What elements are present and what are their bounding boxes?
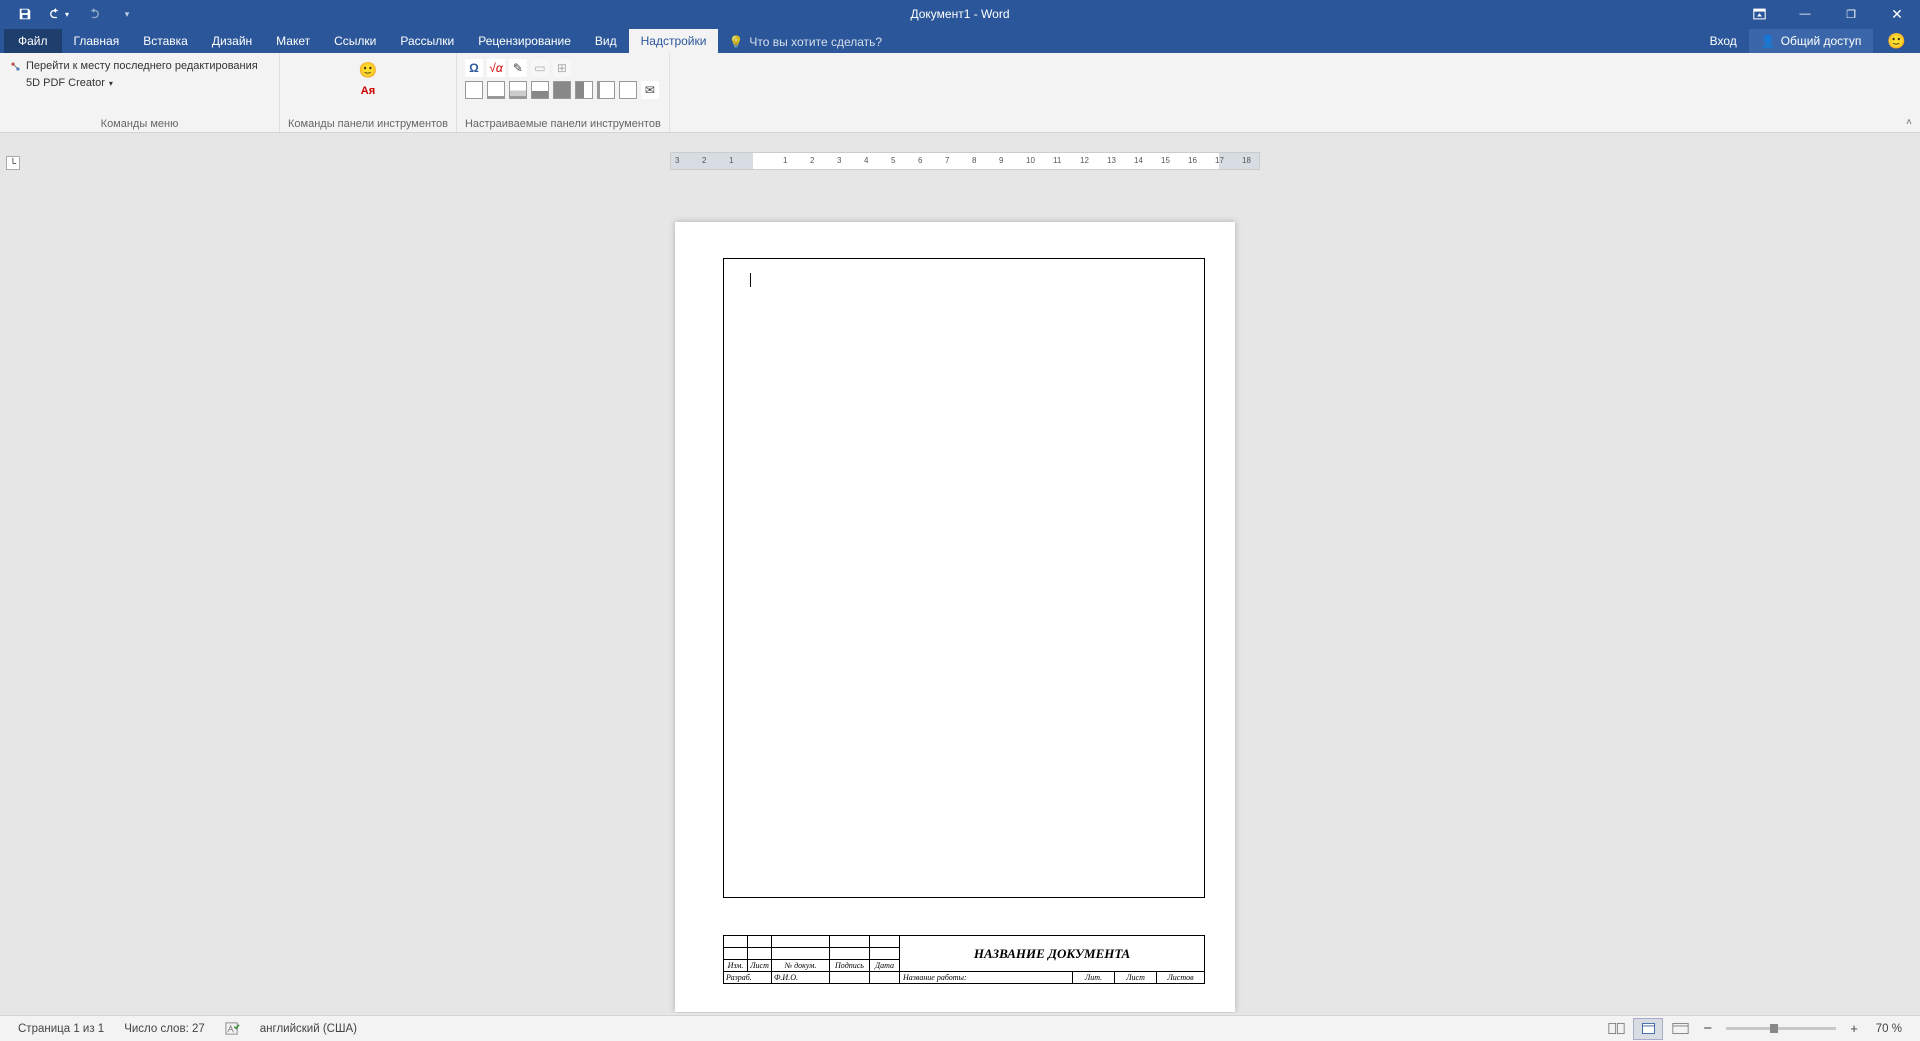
frame-btn-3[interactable] — [509, 81, 527, 99]
tab-home[interactable]: Главная — [62, 29, 132, 53]
goto-label: Перейти к месту последнего редактировани… — [26, 60, 258, 72]
tb-lit: Лит. — [1073, 972, 1115, 984]
window-title: Документ1 - Word — [910, 7, 1009, 21]
tab-review[interactable]: Рецензирование — [466, 29, 583, 53]
close-button[interactable]: ✕ — [1874, 0, 1920, 28]
view-web-button[interactable] — [1665, 1018, 1695, 1040]
group-toolbar-commands: 🙂 Ая Команды панели инструментов — [280, 53, 457, 132]
highlight-icon[interactable]: ✎ — [509, 59, 527, 77]
tab-view[interactable]: Вид — [583, 29, 629, 53]
person-icon: 👤 — [1761, 34, 1776, 48]
share-label: Общий доступ — [1781, 34, 1862, 48]
mail-icon[interactable]: ✉ — [641, 81, 659, 99]
undo-button[interactable]: ▾ — [46, 2, 72, 26]
tb-date: Дата — [870, 960, 900, 972]
title-bar: ▾ ▾ Документ1 - Word — ❐ ✕ — [0, 0, 1920, 28]
signin-button[interactable]: Вход — [1698, 29, 1749, 53]
lightbulb-icon: 💡 — [728, 35, 743, 49]
tab-selector[interactable]: └ — [6, 156, 20, 170]
tb-work: Название работы: — [900, 972, 1073, 984]
sqrt-icon[interactable]: √α — [487, 59, 505, 77]
quick-access-toolbar: ▾ ▾ — [0, 2, 140, 26]
tab-mailings[interactable]: Рассылки — [388, 29, 466, 53]
tb-fio: Ф.И.О. — [772, 972, 830, 984]
tb-ndoc: № докум. — [772, 960, 830, 972]
frame-btn-4[interactable] — [531, 81, 549, 99]
drawing-frame — [723, 258, 1205, 898]
pdf-label: 5D PDF Creator — [8, 77, 105, 89]
status-language[interactable]: английский (США) — [250, 1023, 367, 1035]
share-button[interactable]: 👤 Общий доступ — [1749, 29, 1874, 53]
tb-list: Лист — [748, 960, 772, 972]
zoom-out-button[interactable]: − — [1697, 1020, 1718, 1037]
minimize-button[interactable]: — — [1782, 0, 1828, 28]
tab-layout[interactable]: Макет — [264, 29, 322, 53]
zoom-in-button[interactable]: + — [1844, 1021, 1864, 1036]
window-controls: — ❐ ✕ — [1736, 0, 1920, 28]
doc-name: НАЗВАНИЕ ДОКУМЕНТА — [900, 936, 1205, 972]
status-page[interactable]: Страница 1 из 1 — [8, 1023, 114, 1035]
ribbon: Перейти к месту последнего редактировани… — [0, 53, 1920, 133]
tab-references[interactable]: Ссылки — [322, 29, 388, 53]
smile-icon[interactable]: 🙂 — [359, 61, 378, 79]
collapse-ribbon-button[interactable]: ˄ — [1906, 117, 1912, 128]
frame-btn-6[interactable] — [575, 81, 593, 99]
view-read-button[interactable] — [1601, 1018, 1631, 1040]
group-label: Команды панели инструментов — [288, 116, 448, 130]
tab-file[interactable]: Файл — [4, 29, 62, 53]
frame-btn-7[interactable] — [597, 81, 615, 99]
status-words[interactable]: Число слов: 27 — [114, 1023, 215, 1035]
group-label: Настраиваемые панели инструментов — [465, 116, 661, 130]
tb-listov: Листов — [1157, 972, 1205, 984]
group-custom-toolbars: Ω √α ✎ ▭ ⊞ ✉ Настраиваемые панели инстру… — [457, 53, 670, 132]
tb-razrab: Разраб. — [724, 972, 772, 984]
omega-icon[interactable]: Ω — [465, 59, 483, 77]
tab-insert[interactable]: Вставка — [131, 29, 200, 53]
zoom-slider[interactable] — [1726, 1027, 1836, 1030]
tell-me[interactable]: 💡 Что вы хотите сделать? — [718, 31, 892, 53]
group-label: Команды меню — [8, 116, 271, 130]
goto-last-edit-button[interactable]: Перейти к месту последнего редактировани… — [8, 57, 271, 75]
dropdown-icon: ▾ — [109, 79, 113, 88]
horizontal-ruler[interactable]: 321123456789101112131415161718 — [670, 152, 1260, 170]
title-block: НАЗВАНИЕ ДОКУМЕНТА Изм. Лист № докум. По… — [723, 935, 1205, 984]
tb-sign: Подпись — [830, 960, 870, 972]
tb-list2: Лист — [1115, 972, 1157, 984]
save-button[interactable] — [12, 2, 38, 26]
pdf-creator-button[interactable]: 5D PDF Creator ▾ — [8, 75, 271, 91]
feedback-smile-icon[interactable]: 🙂 — [1873, 32, 1920, 50]
view-print-button[interactable] — [1633, 1018, 1663, 1040]
text-cursor — [750, 273, 751, 287]
tell-me-placeholder: Что вы хотите сделать? — [749, 35, 882, 49]
status-bar: Страница 1 из 1 Число слов: 27 английски… — [0, 1015, 1920, 1041]
zoom-level[interactable]: 70 % — [1866, 1023, 1912, 1035]
goto-icon — [8, 59, 22, 73]
tb-izm: Изм. — [724, 960, 748, 972]
document-area[interactable]: НАЗВАНИЕ ДОКУМЕНТА Изм. Лист № докум. По… — [0, 172, 1920, 1013]
tab-design[interactable]: Дизайн — [200, 29, 264, 53]
group-menu-commands: Перейти к месту последнего редактировани… — [0, 53, 280, 132]
frame-icon[interactable]: ▭ — [531, 59, 549, 77]
tab-addins[interactable]: Надстройки — [629, 29, 719, 53]
frame-btn-8[interactable] — [619, 81, 637, 99]
ribbon-display-options-button[interactable] — [1736, 0, 1782, 28]
grid-icon[interactable]: ⊞ — [553, 59, 571, 77]
ribbon-tabs: Файл Главная Вставка Дизайн Макет Ссылки… — [0, 28, 1920, 53]
maximize-button[interactable]: ❐ — [1828, 0, 1874, 28]
frame-btn-1[interactable] — [465, 81, 483, 99]
abc-icon[interactable]: Ая — [361, 85, 375, 97]
frame-btn-2[interactable] — [487, 81, 505, 99]
page[interactable]: НАЗВАНИЕ ДОКУМЕНТА Изм. Лист № докум. По… — [675, 222, 1235, 1012]
redo-button[interactable] — [80, 2, 106, 26]
status-proofing[interactable] — [215, 1021, 250, 1036]
qat-customize[interactable]: ▾ — [114, 2, 140, 26]
frame-btn-5[interactable] — [553, 81, 571, 99]
